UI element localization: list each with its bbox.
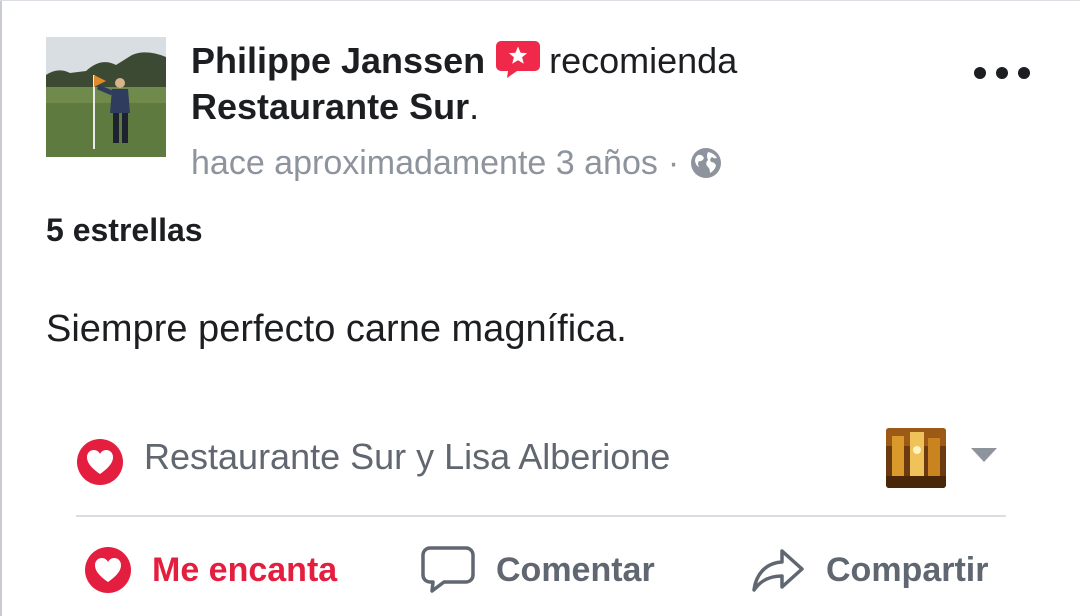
globe-icon xyxy=(689,146,723,180)
page-suffix: . xyxy=(469,86,480,127)
post-actions: Me encanta Comentar Compartir xyxy=(0,530,1080,610)
recommend-text: recomienda xyxy=(549,40,738,81)
author-avatar[interactable] xyxy=(46,37,166,157)
post-header: Philippe Janssen recomienda Restaurante … xyxy=(191,38,971,130)
post-meta: hace aproximadamente 3 años · xyxy=(191,140,723,186)
more-options-button[interactable] xyxy=(974,58,1030,88)
more-dot-icon xyxy=(974,67,986,79)
comment-icon xyxy=(421,546,475,593)
top-border xyxy=(0,0,1080,1)
rating-label: 5 estrellas xyxy=(46,212,203,248)
share-button[interactable]: Compartir xyxy=(750,540,988,600)
meta-separator: · xyxy=(667,144,680,182)
header-line: Philippe Janssen recomienda xyxy=(191,38,971,84)
comment-button[interactable]: Comentar xyxy=(420,540,655,600)
recommend-icon xyxy=(495,39,541,79)
reactor-thumbnail[interactable] xyxy=(886,428,946,488)
actions-divider xyxy=(76,515,1006,517)
love-icon xyxy=(85,547,131,593)
more-dot-icon xyxy=(996,67,1008,79)
share-icon xyxy=(752,549,804,592)
comment-button-label: Comentar xyxy=(496,550,655,589)
reactions-bar[interactable]: Restaurante Sur y Lisa Alberione xyxy=(76,428,1006,488)
page-line: Restaurante Sur. xyxy=(191,84,971,130)
author-name[interactable]: Philippe Janssen xyxy=(191,40,485,81)
love-reaction-icon xyxy=(77,439,123,485)
more-dot-icon xyxy=(1018,67,1030,79)
love-button-label: Me encanta xyxy=(152,550,338,589)
share-button-label: Compartir xyxy=(826,550,989,589)
post-timestamp[interactable]: hace aproximadamente 3 años xyxy=(191,144,658,182)
left-border xyxy=(0,0,2,616)
chevron-down-icon[interactable] xyxy=(969,446,999,464)
love-button[interactable]: Me encanta xyxy=(84,540,337,600)
reaction-names[interactable]: Restaurante Sur y Lisa Alberione xyxy=(144,434,670,480)
page-name-link[interactable]: Restaurante Sur xyxy=(191,86,469,127)
post-body-text: Siempre perfecto carne magnífica. xyxy=(46,308,627,350)
